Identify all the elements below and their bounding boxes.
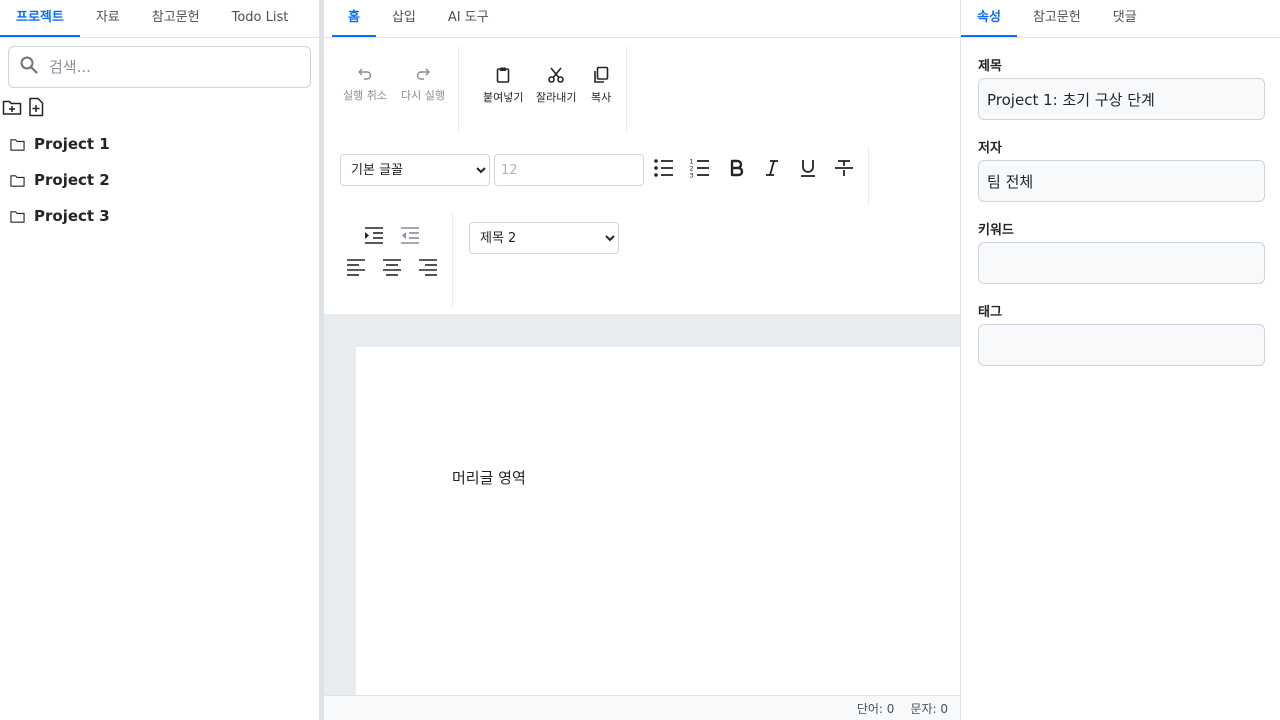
search-input[interactable]	[49, 58, 289, 76]
project-label: Project 2	[34, 171, 110, 189]
copy-icon	[592, 66, 610, 84]
folder-icon	[10, 209, 25, 224]
title-field[interactable]	[978, 78, 1265, 120]
tree-toolbar	[2, 97, 46, 117]
align-left-icon	[345, 257, 367, 283]
folder-icon	[10, 137, 25, 152]
italic-icon	[761, 157, 783, 183]
indent-icon	[363, 225, 385, 251]
numbered-list-icon: 123	[689, 157, 711, 183]
properties-panel: 속성 참고문헌 댓글 제목 저자 키워드 태그	[960, 0, 1280, 720]
header-area[interactable]: 머리글 영역	[452, 467, 526, 488]
strikethrough-icon	[833, 157, 855, 183]
indent-button[interactable]	[362, 226, 386, 250]
underline-icon	[797, 157, 819, 183]
document-page[interactable]: 머리글 영역	[356, 347, 960, 695]
outdent-icon	[399, 225, 421, 251]
align-right-icon	[417, 257, 439, 283]
tab-home[interactable]: 홈	[332, 0, 376, 37]
tab-projects[interactable]: 프로젝트	[0, 0, 80, 37]
bullet-list-button[interactable]	[652, 158, 676, 182]
search-icon	[19, 55, 39, 79]
project-label: Project 3	[34, 207, 110, 225]
svg-text:3: 3	[690, 172, 694, 180]
paste-button[interactable]: 붙여넣기	[483, 66, 523, 105]
word-count: 단어: 0	[856, 701, 895, 716]
font-family-select[interactable]: 기본 글꼴	[340, 154, 490, 186]
keywords-field[interactable]	[978, 242, 1265, 284]
copy-label: 복사	[591, 91, 612, 104]
bold-icon	[725, 157, 747, 183]
redo-label: 다시 실행	[401, 89, 445, 102]
folder-icon	[10, 173, 25, 188]
project-item[interactable]: Project 2	[10, 169, 110, 191]
right-tabs: 속성 참고문헌 댓글	[961, 0, 1280, 38]
undo-icon	[356, 64, 374, 82]
title-label: 제목	[978, 59, 1002, 74]
tab-bibliography[interactable]: 참고문헌	[1017, 0, 1097, 37]
project-item[interactable]: Project 1	[10, 133, 110, 155]
align-center-icon	[381, 257, 403, 283]
left-tabs: 프로젝트 자료 참고문헌 Todo List	[0, 0, 319, 38]
heading-style-select[interactable]: 제목 2	[469, 222, 619, 254]
keywords-label: 키워드	[978, 223, 1014, 238]
new-file-icon[interactable]	[26, 97, 46, 117]
redo-button[interactable]: 다시 실행	[401, 64, 445, 103]
italic-button[interactable]	[760, 158, 784, 182]
search-box	[8, 46, 311, 88]
bold-button[interactable]	[724, 158, 748, 182]
tab-ai-tools[interactable]: AI 도구	[432, 0, 505, 37]
tab-materials[interactable]: 자료	[80, 0, 136, 37]
strikethrough-button[interactable]	[832, 158, 856, 182]
clipboard-icon	[494, 66, 512, 84]
tab-todo-list[interactable]: Todo List	[216, 0, 305, 37]
copy-button[interactable]: 복사	[591, 66, 611, 105]
ribbon-tabs: 홈 삽입 AI 도구	[324, 0, 960, 38]
tags-label: 태그	[978, 305, 1002, 320]
underline-button[interactable]	[796, 158, 820, 182]
history-group: 실행 취소 다시 실행	[332, 46, 459, 131]
font-size-input[interactable]	[494, 154, 644, 186]
tab-insert[interactable]: 삽입	[376, 0, 432, 37]
redo-icon	[414, 64, 432, 82]
project-label: Project 1	[34, 135, 110, 153]
undo-label: 실행 취소	[343, 89, 387, 102]
ribbon: 홈 삽입 AI 도구 실행 취소 다시 실행 붙여넣기 잘라내기 복사 기본 글…	[324, 0, 960, 314]
align-left-button[interactable]	[344, 258, 368, 282]
author-field[interactable]	[978, 160, 1265, 202]
align-right-button[interactable]	[416, 258, 440, 282]
left-panel: 프로젝트 자료 참고문헌 Todo List Project 1 Project…	[0, 0, 319, 720]
tags-field[interactable]	[978, 324, 1265, 366]
tab-comments[interactable]: 댓글	[1097, 0, 1153, 37]
align-center-button[interactable]	[380, 258, 404, 282]
cut-button[interactable]: 잘라내기	[536, 66, 576, 105]
scissors-icon	[547, 66, 565, 84]
cut-label: 잘라내기	[536, 91, 577, 104]
numbered-list-button[interactable]: 123	[688, 158, 712, 182]
char-count: 문자: 0	[910, 701, 948, 716]
undo-button[interactable]: 실행 취소	[343, 64, 387, 103]
outdent-button[interactable]	[398, 226, 422, 250]
editor-area: 홈 삽입 AI 도구 실행 취소 다시 실행 붙여넣기 잘라내기 복사 기본 글…	[324, 0, 960, 720]
status-bar: 단어: 0 문자: 0	[324, 695, 960, 720]
paste-label: 붙여넣기	[483, 91, 524, 104]
tab-references[interactable]: 참고문헌	[136, 0, 216, 37]
clipboard-group: 붙여넣기 잘라내기 복사	[459, 46, 627, 131]
author-label: 저자	[978, 141, 1002, 156]
new-folder-icon[interactable]	[2, 97, 22, 117]
bullet-list-icon	[653, 157, 675, 183]
project-item[interactable]: Project 3	[10, 205, 110, 227]
tab-properties[interactable]: 속성	[961, 0, 1017, 37]
